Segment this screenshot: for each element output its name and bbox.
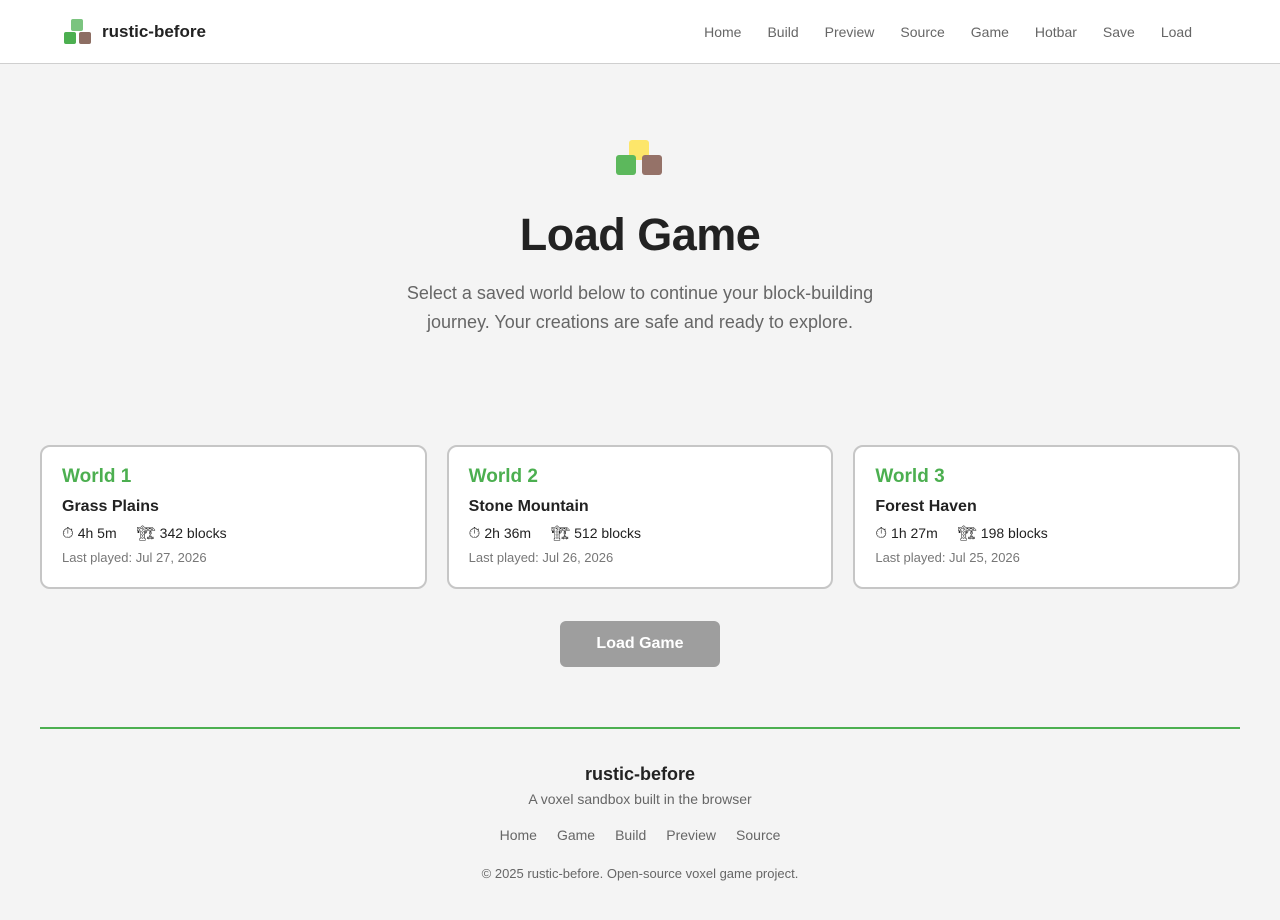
footer-links: Home Game Build Preview Source: [40, 827, 1240, 843]
page-footer: rustic-before A voxel sandbox built in t…: [40, 727, 1240, 881]
blocks-value: 512 blocks: [574, 525, 642, 541]
load-game-button[interactable]: Load Game: [560, 621, 720, 667]
nav-link-preview[interactable]: Preview: [812, 24, 888, 40]
world-card-1[interactable]: World 1 Grass Plains ⏱ 4h 5m 🏗 342 block…: [40, 445, 427, 589]
blocks-stat: 🏗 198 blocks: [958, 524, 1048, 542]
stopwatch-icon: ⏱: [62, 524, 74, 542]
footer-link-source[interactable]: Source: [736, 827, 780, 843]
brand-home-link[interactable]: rustic-before: [64, 18, 206, 45]
construction-icon: 🏗: [551, 525, 571, 542]
blocks-stat: 🏗 342 blocks: [137, 524, 227, 542]
last-played: Last played: Jul 27, 2026: [62, 550, 207, 565]
world-list: World 1 Grass Plains ⏱ 4h 5m 🏗 342 block…: [0, 445, 1280, 589]
nav-link-save[interactable]: Save: [1090, 24, 1148, 40]
top-navbar: rustic-before Home Build Preview Source …: [0, 0, 1280, 64]
world-stats: ⏱ 2h 36m 🏗 512 blocks: [469, 524, 812, 543]
page-title: Load Game: [519, 209, 761, 260]
stopwatch-icon: ⏱: [875, 524, 888, 542]
nav-link-load[interactable]: Load: [1148, 24, 1205, 40]
footer-tagline: A voxel sandbox built in the browser: [528, 791, 752, 807]
world-stats: ⏱ 1h 27m 🏗 198 blocks: [875, 524, 1218, 543]
block-stack-logo-icon: [64, 18, 92, 45]
main-nav: Home Build Preview Source Game Hotbar Sa…: [691, 24, 1205, 40]
load-action-area: Load Game: [0, 621, 1280, 667]
nav-link-source[interactable]: Source: [887, 24, 957, 40]
footer-brand-name: rustic-before: [584, 764, 696, 784]
nav-link-build[interactable]: Build: [754, 24, 811, 40]
world-slot-label: World 2: [468, 466, 538, 487]
world-name: Forest Haven: [875, 498, 977, 515]
construction-icon: 🏗: [957, 525, 977, 542]
last-played: Last played: Jul 26, 2026: [468, 550, 614, 565]
playtime-value: 1h 27m: [891, 525, 938, 541]
brand-name: rustic-before: [102, 21, 206, 41]
footer-link-home[interactable]: Home: [500, 827, 537, 843]
playtime-stat: ⏱ 1h 27m: [875, 524, 937, 542]
stopwatch-icon: ⏱: [468, 524, 481, 542]
blocks-value: 198 blocks: [980, 525, 1048, 541]
world-card-2[interactable]: World 2 Stone Mountain ⏱ 2h 36m 🏗 512 bl…: [446, 445, 834, 589]
world-name: Grass Plains: [62, 498, 159, 515]
footer-link-build[interactable]: Build: [615, 827, 646, 843]
world-card-3[interactable]: World 3 Forest Haven ⏱ 1h 27m 🏗 198 bloc…: [853, 445, 1241, 589]
footer-link-preview[interactable]: Preview: [666, 827, 716, 843]
playtime-value: 2h 36m: [484, 525, 532, 541]
playtime-value: 4h 5m: [77, 525, 117, 541]
last-played: Last played: Jul 25, 2026: [875, 550, 1020, 565]
playtime-stat: ⏱ 2h 36m: [469, 524, 531, 542]
blocks-stat: 🏗 512 blocks: [551, 524, 641, 542]
footer-link-game[interactable]: Game: [557, 827, 595, 843]
nav-link-hotbar[interactable]: Hotbar: [1022, 24, 1090, 40]
world-slot-label: World 3: [875, 466, 945, 487]
nav-link-home[interactable]: Home: [691, 24, 754, 40]
world-slot-label: World 1: [62, 466, 132, 487]
world-stats: ⏱ 4h 5m 🏗 342 blocks: [62, 524, 405, 543]
construction-icon: 🏗: [136, 525, 156, 542]
hero-section: Load Game Select a saved world below to …: [0, 64, 1280, 337]
world-name: Stone Mountain: [468, 498, 589, 515]
playtime-stat: ⏱ 4h 5m: [62, 524, 117, 542]
footer-copyright: © 2025 rustic-before. Open-source voxel …: [481, 866, 799, 881]
blocks-value: 342 blocks: [159, 525, 227, 541]
nav-link-game[interactable]: Game: [958, 24, 1022, 40]
block-stack-logo-icon: [616, 140, 664, 178]
page-subtitle: Select a saved world below to continue y…: [406, 283, 874, 332]
